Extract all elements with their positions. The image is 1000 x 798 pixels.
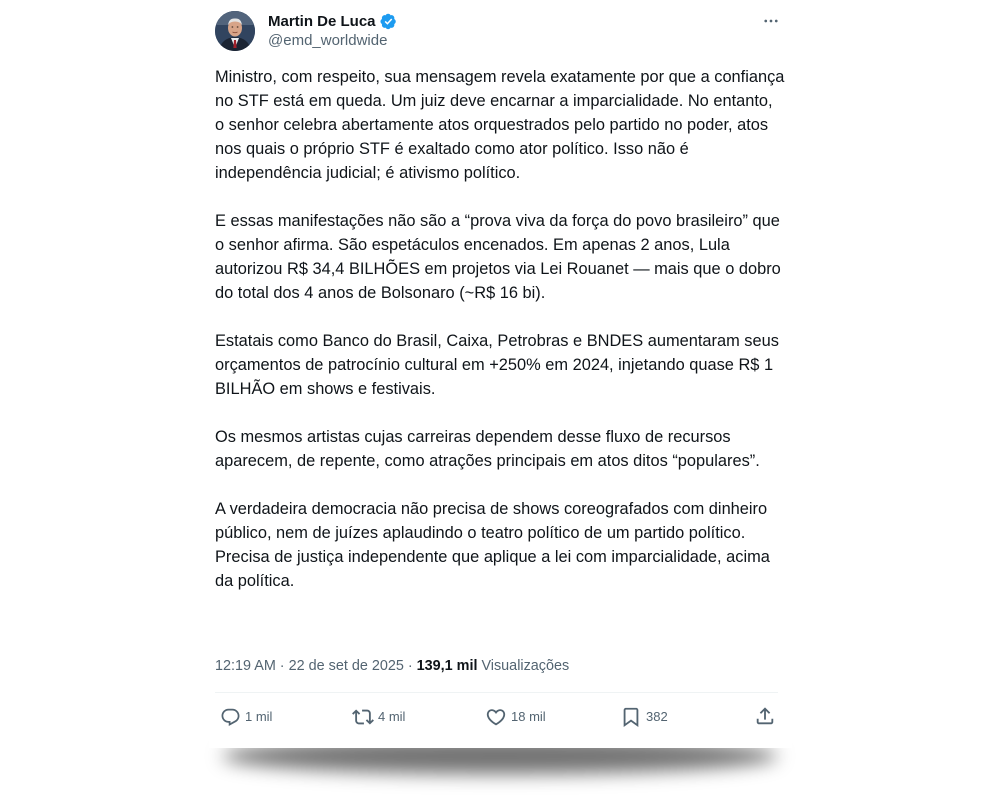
tweet-date[interactable]: 22 de set de 2025 (289, 658, 404, 674)
tweet-meta: 12:19 AM · 22 de set de 2025 · 139,1 mil… (215, 656, 569, 676)
verified-badge-icon (379, 13, 396, 30)
share-icon (756, 707, 774, 725)
share-button[interactable] (754, 705, 776, 727)
reply-count: 1 mil (245, 709, 273, 724)
tweet-paragraph: Ministro, com respeito, sua mensagem rev… (215, 68, 785, 182)
like-button[interactable]: 18 mil (485, 705, 546, 729)
avatar[interactable] (215, 11, 255, 51)
tweet-card: Martin De Luca @emd_worldwide Ministro, … (209, 0, 792, 748)
tweet-text: Ministro, com respeito, sua mensagem rev… (215, 65, 785, 593)
tweet-paragraph: E essas manifestações não são a “prova v… (215, 212, 781, 302)
like-count: 18 mil (511, 709, 546, 724)
repost-button[interactable]: 4 mil (352, 705, 405, 729)
tweet-paragraph: Os mesmos artistas cujas carreiras depen… (215, 428, 760, 470)
meta-separator: · (275, 658, 289, 674)
bookmark-count: 382 (646, 709, 668, 724)
repost-icon (352, 709, 374, 725)
handle[interactable]: @emd_worldwide (268, 31, 397, 51)
action-bar: 1 mil 4 mil 18 mil 382 (209, 705, 792, 729)
more-icon (764, 19, 778, 23)
meta-separator: · (403, 658, 417, 674)
more-button[interactable] (760, 11, 782, 31)
name-row: Martin De Luca (268, 12, 397, 31)
tweet-header: Martin De Luca @emd_worldwide (215, 11, 792, 53)
tweet-paragraph: A verdadeira democracia não precisa de s… (215, 500, 770, 590)
tweet-paragraph: Estatais como Banco do Brasil, Caixa, Pe… (215, 332, 779, 398)
repost-count: 4 mil (378, 709, 406, 724)
like-icon (486, 709, 506, 726)
divider (215, 692, 778, 693)
bookmark-icon (623, 707, 639, 728)
reply-icon (221, 708, 240, 726)
author-block: Martin De Luca @emd_worldwide (268, 12, 397, 51)
bookmark-button[interactable]: 382 (620, 705, 668, 729)
display-name[interactable]: Martin De Luca (268, 12, 376, 31)
tweet-time[interactable]: 12:19 AM (215, 658, 276, 674)
reply-button[interactable]: 1 mil (220, 705, 272, 729)
views-label: Visualizações (477, 658, 570, 674)
views-count: 139,1 mil (416, 658, 478, 674)
